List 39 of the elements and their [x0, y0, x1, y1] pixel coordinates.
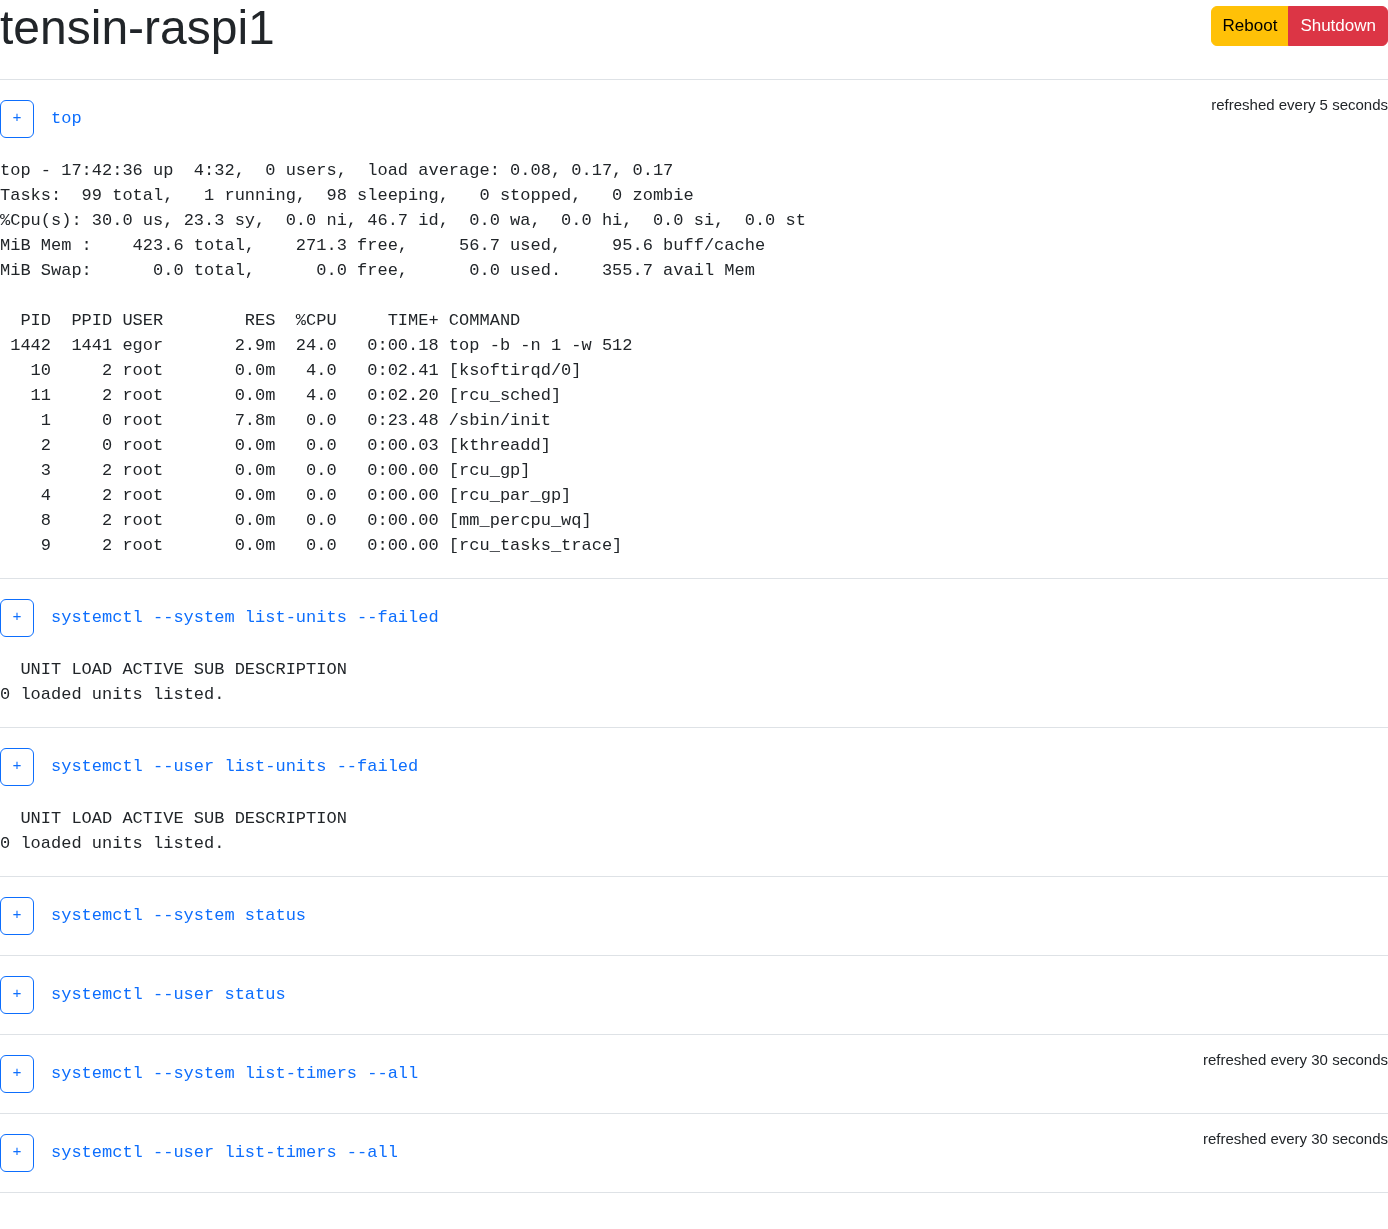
- output-line: UNIT LOAD ACTIVE SUB DESCRIPTION: [19, 808, 348, 830]
- expand-button[interactable]: +: [0, 599, 34, 637]
- command-link[interactable]: systemctl --system list-units --failed: [51, 605, 439, 631]
- output-line: MiB Mem : 423.6 total, 271.3 free, 56.7 used, 95.6 buff/cache: [0, 235, 767, 257]
- expand-button[interactable]: +: [0, 976, 34, 1014]
- output-line: PID PPID USER RES %CPU TIME+ COMMAND: [19, 310, 522, 332]
- output-line: 1442 1441 egor 2.9m 24.0 0:00.18 top -b -n 1 -w 512: [9, 335, 634, 357]
- shutdown-button[interactable]: Shutdown: [1288, 6, 1388, 46]
- output-line: Tasks: 99 total, 1 running, 98 sleeping, 0 stopped, 0 zombie: [0, 185, 695, 207]
- output-line: 9 2 root 0.0m 0.0 0:00.00 [rcu_tasks_trace]: [39, 535, 624, 557]
- output-line: %Cpu(s): 30.0 us, 23.3 sy, 0.0 ni, 46.7 id, 0.0 wa, 0.0 hi, 0.0 si, 0.0 st: [0, 210, 807, 232]
- output-line: UNIT LOAD ACTIVE SUB DESCRIPTION: [19, 659, 348, 681]
- command-link[interactable]: systemctl --user list-units --failed: [51, 754, 419, 780]
- command-link[interactable]: systemctl --system status: [51, 903, 307, 929]
- expand-button[interactable]: +: [0, 748, 34, 786]
- command-link[interactable]: systemctl --user list-timers --all: [51, 1140, 398, 1166]
- command-link[interactable]: top: [51, 106, 82, 132]
- expand-button[interactable]: +: [0, 897, 34, 935]
- reboot-button[interactable]: Reboot: [1210, 6, 1290, 46]
- refresh-note: refreshed every 30 seconds: [1202, 1129, 1388, 1149]
- expand-button[interactable]: +: [0, 100, 34, 138]
- output-line: top - 17:42:36 up 4:32, 0 users, load average: 0.08, 0.17, 0.17: [0, 160, 675, 182]
- output-line: 4 2 root 0.0m 0.0 0:00.00 [rcu_par_gp]: [39, 485, 573, 507]
- command-link[interactable]: systemctl --user status: [51, 982, 286, 1008]
- output-line: MiB Swap: 0.0 total, 0.0 free, 0.0 used. 355.7 avail Mem: [0, 260, 756, 282]
- refresh-note: refreshed every 5 seconds: [1211, 95, 1388, 115]
- output-line: 10 2 root 0.0m 4.0 0:02.41 [ksoftirqd/0]: [29, 360, 583, 382]
- output-line: 0 loaded units listed.: [0, 684, 226, 706]
- expand-button[interactable]: +: [0, 1134, 34, 1172]
- output-line: 0 loaded units listed.: [0, 833, 226, 855]
- output-line: 11 2 root 0.0m 4.0 0:02.20 [rcu_sched]: [29, 385, 563, 407]
- expand-button[interactable]: +: [0, 1055, 34, 1093]
- host-title: tensin-raspi1: [0, 0, 275, 56]
- refresh-note: refreshed every 30 seconds: [1202, 1050, 1388, 1070]
- output-line: 8 2 root 0.0m 0.0 0:00.00 [mm_percpu_wq]: [39, 510, 593, 532]
- output-line: 1 0 root 7.8m 0.0 0:23.48 /sbin/init: [39, 410, 552, 432]
- command-link[interactable]: systemctl --system list-timers --all: [51, 1061, 419, 1087]
- output-line: 3 2 root 0.0m 0.0 0:00.00 [rcu_gp]: [39, 460, 532, 482]
- output-line: 2 0 root 0.0m 0.0 0:00.03 [kthreadd]: [39, 435, 552, 457]
